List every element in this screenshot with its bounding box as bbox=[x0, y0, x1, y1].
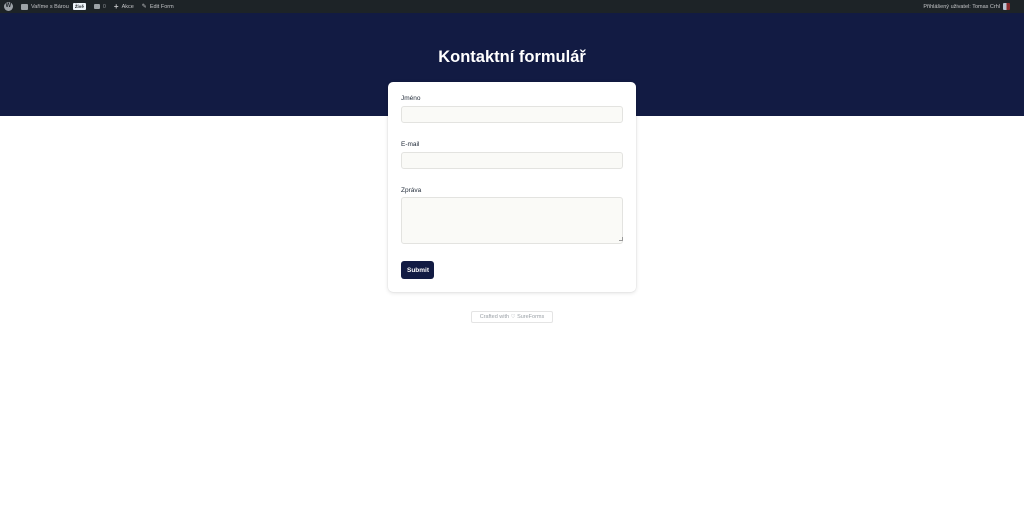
contact-form: Jméno E-mail Zpráva Submit bbox=[388, 82, 636, 292]
site-name-menu[interactable]: Vaříme s Bárou Živě bbox=[17, 0, 90, 13]
submit-button[interactable]: Submit bbox=[401, 261, 434, 279]
user-menu[interactable]: Přihlášený uživatel: Tomas Crhl bbox=[923, 3, 1024, 10]
admin-bar: Vaříme s Bárou Živě 0 + Akce ✎ Edit Form… bbox=[0, 0, 1024, 13]
comment-count: 0 bbox=[102, 3, 106, 10]
comments-menu[interactable]: 0 bbox=[90, 0, 110, 13]
avatar bbox=[1003, 3, 1010, 10]
wordpress-menu[interactable] bbox=[0, 0, 17, 13]
wordpress-logo-icon bbox=[4, 2, 13, 11]
message-field[interactable] bbox=[401, 197, 623, 244]
edit-form-label: Edit Form bbox=[149, 3, 174, 10]
home-icon bbox=[21, 3, 28, 10]
email-label: E-mail bbox=[401, 141, 420, 148]
email-field[interactable] bbox=[401, 152, 623, 169]
textarea-resize-handle[interactable] bbox=[619, 237, 623, 241]
message-label: Zpráva bbox=[401, 187, 422, 194]
sureforms-credit-link[interactable]: Crafted with ♡ SureForms bbox=[471, 311, 553, 323]
live-badge: Živě bbox=[72, 3, 86, 10]
name-label: Jméno bbox=[401, 95, 421, 102]
user-greeting: Přihlášený uživatel: Tomas Crhl bbox=[923, 3, 1000, 10]
new-content-label: Akce bbox=[121, 3, 134, 10]
pencil-icon: ✎ bbox=[141, 3, 147, 10]
plus-icon: + bbox=[113, 1, 119, 11]
new-content-menu[interactable]: + Akce bbox=[110, 0, 138, 13]
site-name: Vaříme s Bárou bbox=[31, 3, 69, 10]
page-title: Kontaktní formulář bbox=[438, 48, 586, 66]
name-field[interactable] bbox=[401, 106, 623, 123]
edit-form-menu[interactable]: ✎ Edit Form bbox=[138, 0, 178, 13]
comment-icon bbox=[93, 4, 100, 9]
